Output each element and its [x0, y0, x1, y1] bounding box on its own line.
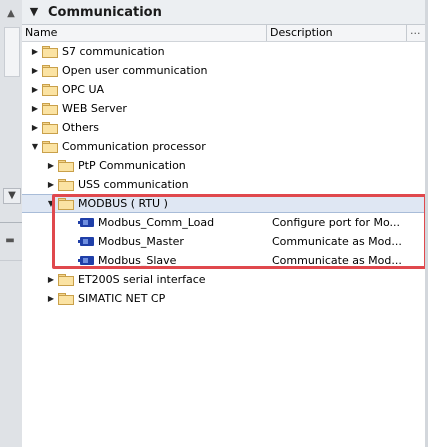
- triangle-right-icon[interactable]: ▶: [30, 42, 40, 61]
- folder-icon: [42, 46, 58, 58]
- section-header[interactable]: ▼ Communication: [22, 0, 425, 25]
- instruction-tree: ▶ S7 communication ▶ Open user communicatio…: [22, 42, 425, 308]
- tree-item-description: Communicate as Mod...: [272, 235, 402, 248]
- tree-item-folder[interactable]: ▼ Communication processor: [22, 137, 425, 156]
- section-title: Communication: [48, 4, 162, 20]
- function-block-icon: [78, 218, 94, 227]
- tree-item-block[interactable]: Modbus_Master Communicate as Mod...: [22, 232, 425, 251]
- expand-down-icon[interactable]: ▼: [3, 188, 21, 204]
- tree-item-label: Modbus_Comm_Load: [98, 216, 215, 229]
- scrollbar-track[interactable]: [4, 27, 20, 77]
- tree-item-folder[interactable]: ▶ WEB Server: [22, 99, 425, 118]
- communication-panel: ▼ Communication Name Description ... ▶ S7…: [22, 0, 428, 447]
- tree-item-label: Modbus_Slave: [98, 254, 177, 267]
- triangle-right-icon[interactable]: ▶: [30, 118, 40, 137]
- collapse-panel-icon[interactable]: ▬: [2, 232, 18, 250]
- tree-item-description: Communicate as Mod...: [272, 254, 402, 267]
- folder-icon: [58, 274, 74, 286]
- tree-item-label: S7 communication: [62, 45, 165, 58]
- tree-item-folder[interactable]: ▶ Others: [22, 118, 425, 137]
- folder-icon: [58, 179, 74, 191]
- tree-item-folder[interactable]: ▶ OPC UA: [22, 80, 425, 99]
- triangle-right-icon[interactable]: ▶: [46, 175, 56, 194]
- tree-item-label: Modbus_Master: [98, 235, 184, 248]
- tree-item-folder[interactable]: ▶ S7 communication: [22, 42, 425, 61]
- triangle-right-icon[interactable]: ▶: [30, 99, 40, 118]
- tree-item-description: Configure port for Mo...: [272, 216, 400, 229]
- folder-icon: [42, 122, 58, 134]
- folder-icon: [58, 293, 74, 305]
- tree-item-folder[interactable]: ▼ MODBUS ( RTU ): [22, 194, 425, 213]
- tree-item-label: Open user communication: [62, 64, 208, 77]
- folder-icon: [42, 65, 58, 77]
- scroll-up-icon[interactable]: ▲: [4, 7, 18, 21]
- tree-item-folder[interactable]: ▶ Open user communication: [22, 61, 425, 80]
- gutter-divider: [0, 222, 22, 223]
- tree-item-folder[interactable]: ▶ USS communication: [22, 175, 425, 194]
- tree-item-label: OPC UA: [62, 83, 105, 96]
- triangle-right-icon[interactable]: ▶: [30, 61, 40, 80]
- tree-item-block[interactable]: Modbus_Comm_Load Configure port for Mo...: [22, 213, 425, 232]
- folder-icon: [42, 141, 58, 153]
- function-block-icon: [78, 237, 94, 246]
- triangle-right-icon[interactable]: ▶: [46, 156, 56, 175]
- column-divider[interactable]: [406, 25, 407, 41]
- tree-item-folder[interactable]: ▶ PtP Communication: [22, 156, 425, 175]
- column-description-header[interactable]: Description: [270, 26, 333, 39]
- tree-item-label: SIMATIC NET CP: [78, 292, 166, 305]
- folder-icon: [42, 84, 58, 96]
- tree-item-folder[interactable]: ▶ SIMATIC NET CP: [22, 289, 425, 308]
- gutter-divider: [0, 260, 22, 261]
- triangle-down-icon[interactable]: ▼: [46, 195, 56, 212]
- column-more-button[interactable]: ...: [410, 24, 421, 37]
- triangle-right-icon[interactable]: ▶: [46, 270, 56, 289]
- tree-item-label: Communication processor: [62, 140, 206, 153]
- folder-icon: [58, 198, 74, 210]
- tree-item-label: ET200S serial interface: [78, 273, 206, 286]
- triangle-right-icon[interactable]: ▶: [30, 80, 40, 99]
- column-name-header[interactable]: Name: [25, 26, 57, 39]
- left-gutter: ▲ ▼ ▬: [0, 0, 23, 447]
- tree-item-label: MODBUS ( RTU ): [78, 197, 168, 210]
- triangle-down-icon[interactable]: ▼: [30, 137, 40, 156]
- tree-item-label: USS communication: [78, 178, 189, 191]
- function-block-icon: [78, 256, 94, 265]
- triangle-right-icon[interactable]: ▶: [46, 289, 56, 308]
- column-divider[interactable]: [266, 25, 267, 41]
- tree-item-folder[interactable]: ▶ ET200S serial interface: [22, 270, 425, 289]
- folder-icon: [58, 160, 74, 172]
- column-header: Name Description ...: [22, 24, 425, 42]
- tree-item-label: Others: [62, 121, 99, 134]
- tree-item-label: WEB Server: [62, 102, 127, 115]
- tree-item-block[interactable]: Modbus_Slave Communicate as Mod...: [22, 251, 425, 270]
- chevron-down-icon[interactable]: ▼: [28, 6, 40, 18]
- folder-icon: [42, 103, 58, 115]
- tree-item-label: PtP Communication: [78, 159, 186, 172]
